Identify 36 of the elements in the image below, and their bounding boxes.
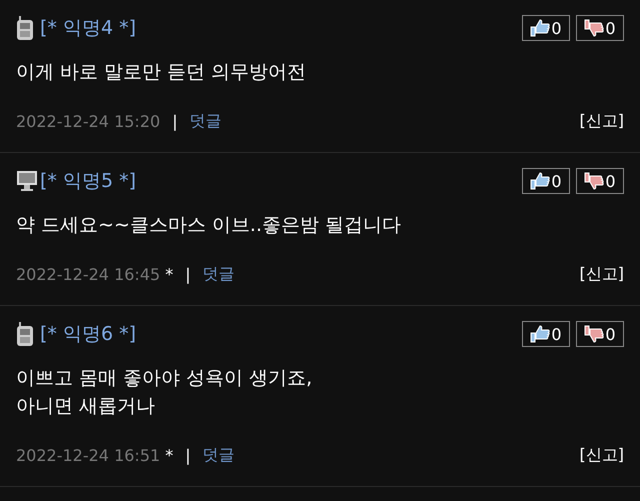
- thumbs-up-icon: [530, 19, 550, 37]
- report-link[interactable]: [신고]: [580, 110, 624, 132]
- comment-text: 이쁘고 몸매 좋아야 성욕이 생기죠,: [16, 366, 312, 391]
- comment-text: 아니면 새롭거나: [16, 394, 156, 419]
- reply-link[interactable]: 덧글: [190, 110, 222, 132]
- thumbs-up-icon: [530, 325, 550, 343]
- dislike-button[interactable]: 0: [576, 168, 624, 194]
- comment-text: 약 드세요~~클스마스 이브..좋은밤 될겁니다: [16, 213, 402, 238]
- separator: |: [185, 446, 191, 464]
- separator: |: [172, 112, 178, 130]
- comment-date: 2022-12-24 15:20: [16, 112, 160, 130]
- like-button[interactable]: 0: [522, 321, 570, 347]
- comment-text: 이게 바로 말로만 듣던 의무방어전: [16, 60, 306, 85]
- author-name[interactable]: [* 익명6 *]: [40, 321, 136, 347]
- thumbs-down-icon: [584, 325, 604, 343]
- like-button[interactable]: 0: [522, 15, 570, 41]
- edited-mark: *: [165, 446, 174, 464]
- phone-icon: [16, 322, 34, 346]
- comment-date: 2022-12-24 16:51: [16, 446, 160, 464]
- reply-link[interactable]: 덧글: [202, 264, 235, 284]
- report-link[interactable]: [신고]: [580, 264, 624, 284]
- report-link[interactable]: [신고]: [580, 444, 624, 466]
- thumbs-down-icon: [584, 172, 604, 190]
- reply-link[interactable]: 덧글: [202, 444, 235, 466]
- monitor-icon: [16, 170, 38, 192]
- dislike-button[interactable]: 0: [576, 15, 624, 41]
- thumbs-up-icon: [530, 172, 550, 190]
- phone-icon: [16, 16, 34, 40]
- separator: |: [185, 264, 191, 284]
- thumbs-down-icon: [584, 19, 604, 37]
- author-name[interactable]: [* 익명5 *]: [40, 168, 136, 194]
- like-button[interactable]: 0: [522, 168, 570, 194]
- comment-date: 2022-12-24 16:45: [16, 264, 160, 284]
- author-name[interactable]: [* 익명4 *]: [40, 15, 136, 41]
- dislike-button[interactable]: 0: [576, 321, 624, 347]
- edited-mark: *: [165, 264, 174, 284]
